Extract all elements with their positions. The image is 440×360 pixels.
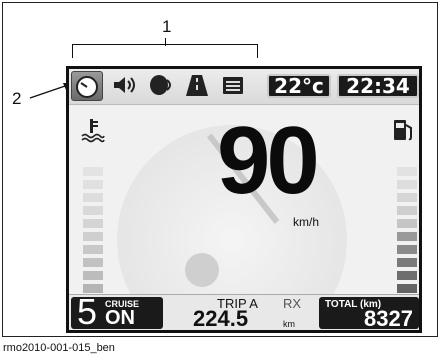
trip-unit: km bbox=[283, 319, 295, 329]
coolant-bar-segment bbox=[83, 219, 103, 228]
phone-headset-icon bbox=[150, 75, 171, 95]
fuel-bar-segment bbox=[397, 167, 417, 176]
gear-cruise-panel: 5 CRUISE ON bbox=[71, 291, 163, 332]
coolant-temperature-icon bbox=[81, 119, 105, 143]
odometer-panel: TOTAL (km) 8327 bbox=[319, 297, 419, 331]
figure-caption: rmo2010-001-015_ben bbox=[3, 342, 115, 354]
tab-speedometer[interactable] bbox=[71, 71, 103, 101]
clock-time: 22:34 bbox=[337, 74, 419, 98]
fuel-pump-icon bbox=[394, 120, 412, 141]
callout-2-label: 2 bbox=[12, 89, 22, 108]
fuel-bar-segment bbox=[397, 258, 417, 267]
odometer-value: 8327 bbox=[364, 306, 413, 331]
fuel-bar-segment bbox=[397, 245, 417, 254]
display-top-bar: 22°c 22:34 bbox=[69, 69, 419, 105]
coolant-bar-segment bbox=[83, 258, 103, 267]
menu-list-icon bbox=[223, 77, 243, 94]
fuel-bar-segment bbox=[397, 219, 417, 228]
ambient-temperature: 22°c bbox=[267, 74, 331, 98]
tab-communication[interactable] bbox=[145, 71, 177, 101]
speedometer-hub bbox=[185, 253, 219, 287]
coolant-bar-segment bbox=[83, 271, 103, 280]
trip-value: 224.5 bbox=[193, 306, 249, 331]
speedometer-icon bbox=[76, 76, 98, 98]
coolant-bar-segment bbox=[83, 180, 103, 189]
coolant-bar-segment bbox=[83, 206, 103, 215]
fuel-bar-segment bbox=[397, 193, 417, 202]
fuel-bar-segment bbox=[397, 180, 417, 189]
instrument-display: 22°c 22:34 90 km/h 5 CRUISE ON TRIP A RX… bbox=[66, 66, 422, 333]
fuel-bar-segment bbox=[397, 271, 417, 280]
callout-1-label: 1 bbox=[162, 17, 172, 36]
coolant-bar-segment bbox=[83, 232, 103, 241]
speaker-icon bbox=[114, 77, 135, 93]
tab-menu[interactable] bbox=[217, 71, 249, 101]
tab-audio[interactable] bbox=[109, 71, 141, 101]
coolant-bar-segment bbox=[83, 245, 103, 254]
display-bottom-bar: 5 CRUISE ON TRIP A RX 224.5 km TOTAL (km… bbox=[69, 294, 419, 330]
speed-unit: km/h bbox=[293, 215, 320, 229]
fuel-bar-segment bbox=[397, 284, 417, 293]
callout-1-bracket bbox=[72, 44, 258, 58]
fuel-bar-segment bbox=[397, 232, 417, 241]
tab-navigation[interactable] bbox=[181, 71, 213, 101]
road-icon bbox=[186, 75, 208, 96]
cruise-state: ON bbox=[105, 307, 135, 329]
rx-label: RX bbox=[283, 296, 302, 311]
fuel-bar-segment bbox=[397, 206, 417, 215]
gear-indicator: 5 bbox=[77, 291, 98, 332]
speed-readout: 90 bbox=[217, 107, 320, 214]
coolant-bar-segment bbox=[83, 167, 103, 176]
coolant-bar-segment bbox=[83, 193, 103, 202]
